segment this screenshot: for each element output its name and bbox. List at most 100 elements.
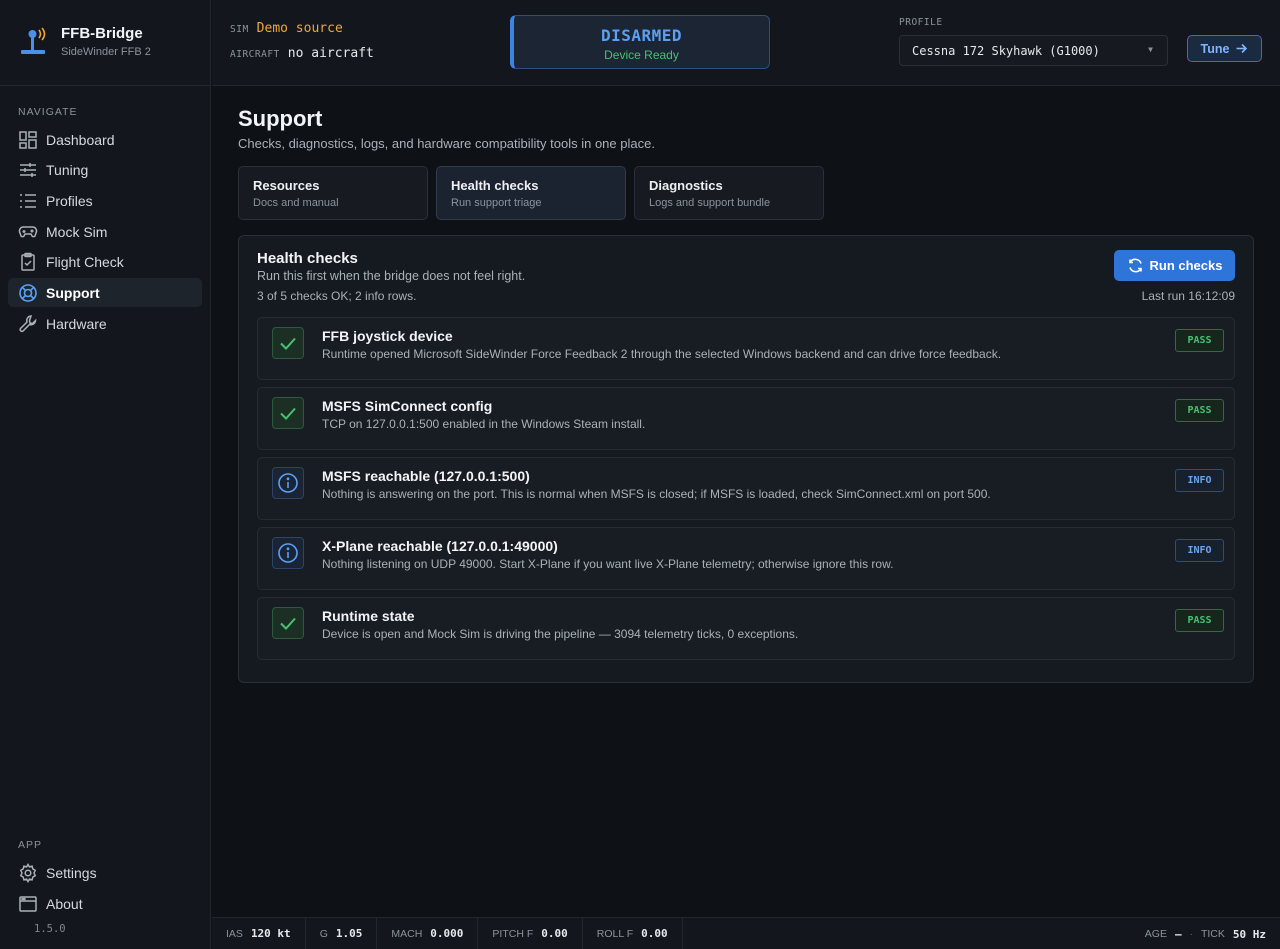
checks-summary: 3 of 5 checks OK; 2 info rows. <box>257 289 417 303</box>
check-title: X-Plane reachable (127.0.0.1:49000) <box>322 538 558 554</box>
stat-value: 0.00 <box>641 927 668 940</box>
aircraft-info: AIRCRAFT no aircraft <box>230 46 374 61</box>
sidebar-item-hardware[interactable]: Hardware <box>8 309 202 338</box>
checkmark-icon <box>272 397 304 429</box>
sliders-icon <box>18 160 38 180</box>
profile-value: Cessna 172 Skyhawk (G1000) <box>912 43 1100 58</box>
tune-button[interactable]: Tune <box>1187 35 1262 62</box>
sidebar-item-label: Hardware <box>46 315 107 332</box>
app-version: 1.5.0 <box>34 923 66 935</box>
stat-value: 120 kt <box>250 927 291 940</box>
check-description: Runtime opened Microsoft SideWinder Forc… <box>322 347 1002 361</box>
check-description: Nothing is answering on the port. This i… <box>322 487 991 501</box>
sidebar-item-label: Tuning <box>46 161 89 178</box>
check-row-msfs-reachable: MSFS reachable (127.0.0.1:500) Nothing i… <box>257 457 1235 520</box>
info-icon <box>272 537 304 569</box>
sidebar-item-flight-check[interactable]: Flight Check <box>8 247 202 276</box>
gear-icon <box>18 862 38 883</box>
sidebar-item-label: Flight Check <box>46 253 124 270</box>
telemetry-status: AGE — · TICK 50 Hz <box>1145 918 1266 949</box>
clipboard-check-icon <box>18 252 38 272</box>
sim-source: SIM Demo source <box>230 21 343 36</box>
check-row-runtime-state: Runtime state Device is open and Mock Si… <box>257 597 1235 660</box>
profile-select[interactable]: Cessna 172 Skyhawk (G1000) ▼ <box>899 35 1168 66</box>
stat-tick: TICK 50 Hz <box>1201 918 1266 949</box>
stat-pitch-force: PITCH F 0.00 <box>478 917 583 949</box>
separator-dot: · <box>1189 928 1193 940</box>
sidebar-item-support[interactable]: Support <box>8 278 202 307</box>
run-checks-button[interactable]: Run checks <box>1114 250 1235 281</box>
sidebar-item-settings[interactable]: Settings <box>8 858 202 887</box>
page-subtitle: Checks, diagnostics, logs, and hardware … <box>238 136 655 151</box>
check-description: Nothing listening on UDP 49000. Start X-… <box>322 557 894 571</box>
sim-value: Demo source <box>256 21 343 36</box>
stat-key: TICK <box>1200 928 1225 940</box>
check-title: FFB joystick device <box>322 328 453 344</box>
profile-label: PROFILE <box>899 17 943 28</box>
checkmark-icon <box>272 327 304 359</box>
top-bar: SIM Demo source AIRCRAFT no aircraft DIS… <box>212 0 1280 86</box>
check-title: MSFS SimConnect config <box>322 398 493 414</box>
sidebar-item-about[interactable]: About <box>8 889 202 918</box>
health-checks-panel: Health checks Run this first when the br… <box>238 235 1254 683</box>
status-badge: INFO <box>1175 539 1224 562</box>
tab-subtitle: Run support triage <box>451 197 542 209</box>
tab-subtitle: Logs and support bundle <box>649 197 771 209</box>
sidebar-item-dashboard[interactable]: Dashboard <box>8 125 202 154</box>
status-badge: PASS <box>1175 399 1224 422</box>
gamepad-icon <box>18 222 38 242</box>
check-description: TCP on 127.0.0.1:500 enabled in the Wind… <box>322 417 646 431</box>
stat-key: ROLL F <box>596 927 634 940</box>
sidebar-item-mock-sim[interactable]: Mock Sim <box>8 217 202 246</box>
status-badge: PASS <box>1175 609 1224 632</box>
stat-value: 50 Hz <box>1232 927 1266 941</box>
tab-subtitle: Docs and manual <box>253 197 339 209</box>
tab-diagnostics[interactable]: Diagnostics Logs and support bundle <box>634 166 824 220</box>
stat-key: IAS <box>226 927 243 940</box>
window-icon <box>18 894 38 914</box>
tune-label: Tune <box>1200 41 1230 56</box>
arrow-right-icon <box>1236 43 1248 54</box>
check-title: Runtime state <box>322 608 415 624</box>
sidebar-item-tuning[interactable]: Tuning <box>8 155 202 184</box>
check-title: MSFS reachable (127.0.0.1:500) <box>322 468 530 484</box>
stat-key: PITCH F <box>492 927 534 940</box>
aircraft-label: AIRCRAFT <box>230 49 280 60</box>
sidebar: FFB-Bridge SideWinder FFB 2 NAVIGATE Das… <box>0 0 211 949</box>
sidebar-item-label: About <box>46 895 83 912</box>
chevron-down-icon: ▼ <box>1148 45 1153 54</box>
stat-ias: IAS 120 kt <box>212 917 306 949</box>
dashboard-icon <box>18 130 38 150</box>
stat-g: G 1.05 <box>306 917 378 949</box>
check-row-xplane-reachable: X-Plane reachable (127.0.0.1:49000) Noth… <box>257 527 1235 590</box>
status-badge: INFO <box>1175 469 1224 492</box>
stat-value: — <box>1174 927 1182 941</box>
sidebar-item-label: Dashboard <box>46 131 115 148</box>
arm-state: DISARMED <box>600 26 683 45</box>
stat-roll-force: ROLL F 0.00 <box>583 917 683 949</box>
sidebar-item-profiles[interactable]: Profiles <box>8 186 202 215</box>
arm-status[interactable]: DISARMED Device Ready <box>510 15 770 69</box>
sim-label: SIM <box>230 24 249 35</box>
stat-key: MACH <box>391 927 423 940</box>
stat-value: 0.000 <box>430 927 464 940</box>
stat-key: G <box>319 927 328 940</box>
check-row-simconnect-config: MSFS SimConnect config TCP on 127.0.0.1:… <box>257 387 1235 450</box>
check-row-ffb-device: FFB joystick device Runtime opened Micro… <box>257 317 1235 380</box>
app-heading: APP <box>18 839 43 851</box>
main-content: Support Checks, diagnostics, logs, and h… <box>212 86 1280 917</box>
device-status: Device Ready <box>604 48 679 62</box>
info-icon <box>272 467 304 499</box>
tab-health-checks[interactable]: Health checks Run support triage <box>436 166 626 220</box>
refresh-icon <box>1128 258 1142 273</box>
app-title: FFB-Bridge <box>61 25 143 42</box>
sidebar-item-label: Settings <box>46 864 97 881</box>
stat-value: 1.05 <box>335 927 363 940</box>
tab-resources[interactable]: Resources Docs and manual <box>238 166 428 220</box>
joystick-logo-icon <box>21 27 46 54</box>
stat-mach: MACH 0.000 <box>377 917 479 949</box>
stat-key: AGE <box>1144 928 1167 940</box>
sidebar-item-label: Profiles <box>46 192 93 209</box>
status-badge: PASS <box>1175 329 1224 352</box>
wrench-icon <box>18 314 38 334</box>
